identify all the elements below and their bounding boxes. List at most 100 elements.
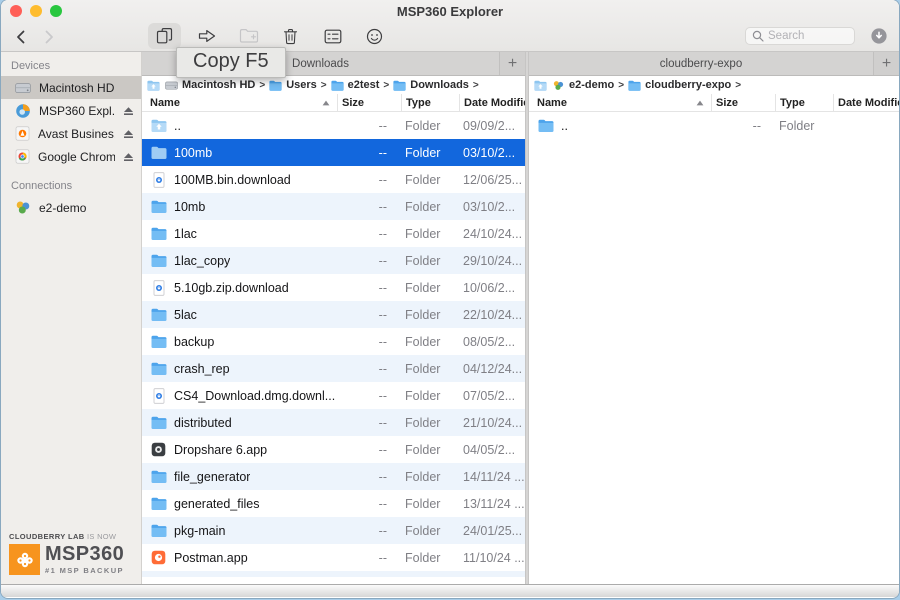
breadcrumb-item-users[interactable]: Users	[269, 79, 317, 91]
folder-icon	[269, 80, 282, 91]
download-icon	[150, 280, 167, 296]
download-status-button[interactable]	[871, 28, 887, 44]
download-circle-icon	[871, 28, 887, 44]
file-date-cell: 04/05/2...	[459, 443, 525, 457]
sidebar-item-msp360-expl[interactable]: MSP360 Expl...	[1, 99, 141, 122]
sidebar-item-google-chrome[interactable]: Google Chrome	[1, 145, 141, 168]
file-name-cell: pkg-main	[142, 524, 337, 538]
folder-icon	[150, 227, 167, 240]
column-headers-right: NameSizeTypeDate Modifie	[529, 94, 899, 112]
table-row[interactable]: 1lac--Folder24/10/24...	[142, 220, 525, 247]
sort-ascending-icon	[696, 100, 704, 106]
eject-icon[interactable]	[123, 129, 134, 139]
folder-icon	[150, 146, 167, 159]
table-row[interactable]: 100MB.bin.download--Folder12/06/25...	[142, 166, 525, 193]
sidebar-item-macintosh-hd[interactable]: Macintosh HD	[1, 76, 141, 99]
table-row[interactable]: 1lac_copy--Folder29/10/24...	[142, 247, 525, 274]
folder-icon	[150, 335, 167, 348]
msp360-icon	[15, 103, 31, 119]
connections-list: e2-demo	[1, 196, 141, 219]
table-row[interactable]: ..--Folder09/09/2...	[142, 112, 525, 139]
sidebar: Devices Macintosh HDMSP360 Expl...Avast …	[1, 52, 142, 584]
main-area: Devices Macintosh HDMSP360 Expl...Avast …	[1, 52, 899, 584]
table-row[interactable]: distributed--Folder21/10/24...	[142, 409, 525, 436]
new-tab-button[interactable]: +	[873, 52, 899, 75]
column-header-name[interactable]: Name	[529, 94, 711, 111]
window-title: MSP360 Explorer	[1, 4, 899, 19]
file-date-cell: 12/06/25...	[459, 173, 525, 187]
breadcrumb-left: Macintosh HD>Users>e2test>Downloads>	[142, 76, 525, 94]
file-size-cell: --	[337, 146, 401, 160]
checklist-icon	[324, 29, 342, 44]
breadcrumb-separator: >	[735, 80, 741, 91]
breadcrumb-item-e2-demo[interactable]: e2-demo	[552, 79, 614, 91]
move-button[interactable]	[190, 23, 223, 49]
folder-icon	[150, 200, 167, 213]
back-button[interactable]	[8, 25, 32, 49]
table-row[interactable]: 5.10gb.zip.download--Folder10/06/2...	[142, 274, 525, 301]
breadcrumb-item-downloads[interactable]: Downloads	[393, 79, 469, 91]
e2demo-icon	[15, 200, 31, 215]
sidebar-item-e2-demo[interactable]: e2-demo	[1, 196, 141, 219]
folder-icon	[150, 308, 167, 321]
column-header-name[interactable]: Name	[142, 94, 337, 111]
breadcrumb-separator: >	[618, 80, 624, 91]
devices-section-label: Devices	[1, 52, 141, 76]
table-row[interactable]: Dropshare 6.app--Folder04/05/2...	[142, 436, 525, 463]
eject-icon[interactable]	[123, 152, 134, 162]
cloudberry-icon	[9, 544, 40, 575]
file-date-cell: 13/11/24 ...	[459, 497, 525, 511]
table-row[interactable]: crash_rep--Folder04/12/24...	[142, 355, 525, 382]
feedback-button[interactable]	[358, 23, 391, 49]
download-icon	[150, 172, 167, 188]
column-header-date-modified[interactable]: Date Modifie	[833, 94, 899, 111]
file-size-cell: --	[337, 389, 401, 403]
breadcrumb-item-e2test[interactable]: e2test	[331, 79, 380, 91]
table-row[interactable]: generated_files--Folder13/11/24 ...	[142, 490, 525, 517]
new-tab-button[interactable]: +	[499, 52, 525, 75]
column-header-type[interactable]: Type	[775, 94, 833, 111]
column-header-type[interactable]: Type	[401, 94, 459, 111]
forward-button[interactable]	[37, 25, 61, 49]
table-row[interactable]: pkg-main--Folder24/01/25...	[142, 517, 525, 544]
column-header-date-modified[interactable]: Date Modifie	[459, 94, 525, 111]
table-row[interactable]: CS4_Download.dmg.downl...--Folder07/05/2…	[142, 382, 525, 409]
file-type-cell: Folder	[401, 281, 459, 295]
table-row[interactable]: 10mb--Folder03/10/2...	[142, 193, 525, 220]
parent-folder-button[interactable]	[534, 80, 547, 91]
column-header-size[interactable]: Size	[711, 94, 775, 111]
new-folder-button[interactable]	[232, 23, 265, 49]
app-window: MSP360 Explorer	[1, 0, 899, 598]
sidebar-item-avast-busines[interactable]: Avast Busines...	[1, 122, 141, 145]
smiley-icon	[366, 28, 383, 45]
avast-icon	[15, 126, 30, 141]
folder-icon	[150, 416, 167, 429]
trash-icon	[283, 28, 298, 45]
tab-cloudberry-expo[interactable]: cloudberry-expo	[529, 52, 873, 75]
breadcrumb-item-cloudberry-expo[interactable]: cloudberry-expo	[628, 79, 731, 91]
sort-ascending-icon	[322, 100, 330, 106]
new-folder-icon	[239, 28, 259, 44]
table-row[interactable]: 100mb--Folder03/10/2...	[142, 139, 525, 166]
file-type-cell: Folder	[401, 362, 459, 376]
table-row[interactable]: ..--Folder	[529, 112, 899, 139]
delete-button[interactable]	[274, 23, 307, 49]
msp360-logo: CLOUDBERRY LAB IS NOW MSP360 #1 MSP BACK…	[9, 532, 137, 575]
search-field[interactable]	[745, 27, 855, 45]
copy-button[interactable]	[148, 23, 181, 49]
file-name-cell: file_generator	[142, 470, 337, 484]
file-type-cell: Folder	[401, 443, 459, 457]
table-row[interactable]: Postman.app--Folder11/10/24 ...	[142, 544, 525, 571]
search-input[interactable]	[768, 30, 848, 42]
table-row[interactable]: backup--Folder08/05/2...	[142, 328, 525, 355]
table-row[interactable]: 5lac--Folder22/10/24...	[142, 301, 525, 328]
app-orange-icon	[150, 550, 167, 565]
tab-bar-right: cloudberry-expo +	[529, 52, 899, 76]
column-header-size[interactable]: Size	[337, 94, 401, 111]
parent-folder-button[interactable]	[147, 80, 160, 91]
table-row[interactable]: file_generator--Folder14/11/24 ...	[142, 463, 525, 490]
properties-button[interactable]	[316, 23, 349, 49]
breadcrumb-item-macintosh-hd[interactable]: Macintosh HD	[165, 79, 255, 91]
eject-icon[interactable]	[123, 106, 134, 116]
logo-brand: MSP360	[45, 544, 124, 564]
